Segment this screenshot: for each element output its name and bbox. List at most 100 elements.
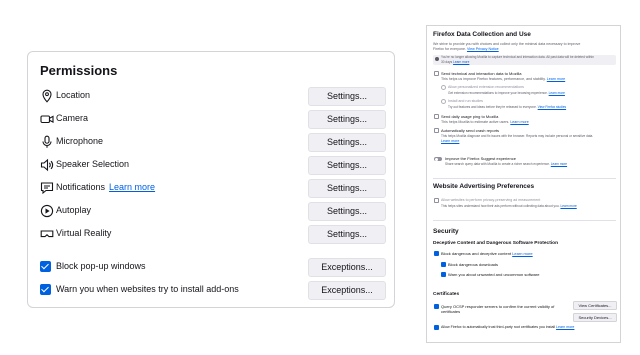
speaker-settings-button[interactable]: Settings...: [308, 156, 386, 175]
install-studies-label[interactable]: Install and run studies: [448, 99, 483, 104]
permission-row-virtual-reality: Virtual Reality Settings...: [40, 225, 386, 245]
permission-label: Autoplay: [56, 205, 92, 215]
privacy-notice-link[interactable]: View Privacy Notice: [467, 47, 499, 51]
notifications-settings-button[interactable]: Settings...: [308, 179, 386, 198]
location-settings-button[interactable]: Settings...: [308, 87, 386, 106]
view-studies-link[interactable]: View Firefox studies: [538, 105, 566, 109]
third-party-learn-more-link[interactable]: Learn more: [556, 325, 574, 329]
ad-learn-more-link[interactable]: Learn more: [560, 204, 576, 208]
permission-row-notifications: Notifications Learn more Settings...: [40, 179, 386, 199]
advertising-title: Website Advertising Preferences: [433, 183, 535, 190]
notice-days: 30 days: [441, 60, 453, 64]
block-downloads-checkbox[interactable]: [441, 262, 446, 267]
microphone-settings-button[interactable]: Settings...: [308, 133, 386, 152]
block-popups-label[interactable]: Block pop-up windows: [56, 261, 146, 271]
desc-text: This helps us improve Firefox features, …: [441, 77, 546, 81]
popups-exceptions-button[interactable]: Exceptions...: [308, 258, 386, 277]
addons-exceptions-button[interactable]: Exceptions...: [308, 281, 386, 300]
permission-label: Microphone: [56, 136, 104, 146]
daily-ping-label[interactable]: Send daily usage ping to Mozilla: [441, 114, 498, 119]
permission-row-speaker: Speaker Selection Settings...: [40, 156, 386, 176]
daily-ping-desc: This helps Mozilla to estimate active us…: [441, 120, 529, 125]
desc-text: This helps sites understand how their ad…: [441, 204, 560, 208]
send-tech-data-desc: This helps us improve Firefox features, …: [441, 77, 565, 82]
block-deceptive-checkbox[interactable]: [434, 251, 439, 256]
permission-row-autoplay: Autoplay Settings...: [40, 202, 386, 222]
permissions-title: Permissions: [40, 63, 118, 78]
third-party-certs-checkbox[interactable]: [434, 325, 439, 330]
data-deletion-notice: You're no longer allowing Mozilla to cap…: [433, 55, 616, 65]
block-deceptive-learn-more-link[interactable]: Learn more: [512, 251, 532, 256]
notifications-learn-more-link[interactable]: Learn more: [109, 182, 155, 192]
daily-ping-learn-more-link[interactable]: Learn more: [510, 120, 528, 124]
virtual-reality-settings-button[interactable]: Settings...: [308, 225, 386, 244]
security-title: Security: [433, 228, 459, 235]
warn-unwanted-checkbox[interactable]: [441, 272, 446, 277]
crash-learn-more-link[interactable]: Learn more: [441, 139, 459, 144]
send-tech-learn-more-link[interactable]: Learn more: [547, 77, 565, 81]
desc-text: Try out features and ideas before they'r…: [448, 105, 537, 109]
crash-reports-label[interactable]: Automatically send crash reports: [441, 128, 499, 133]
permission-row-camera: Camera Settings...: [40, 110, 386, 130]
section-divider: [433, 220, 616, 221]
third-party-certs-text[interactable]: Allow Firefox to automatically trust thi…: [441, 325, 555, 329]
security-devices-button[interactable]: Security Devices...: [573, 313, 617, 322]
autoplay-icon: [40, 204, 54, 218]
block-popups-checkbox[interactable]: [40, 261, 51, 272]
personalized-recs-checkbox[interactable]: [441, 85, 446, 90]
daily-ping-checkbox[interactable]: [434, 114, 439, 119]
permission-label: Location: [56, 90, 91, 100]
intro-line-2: Firefox for everyone.: [433, 47, 466, 51]
permission-label: Speaker Selection: [56, 159, 130, 169]
ad-measurement-checkbox[interactable]: [434, 198, 439, 203]
permission-row-microphone: Microphone Settings...: [40, 133, 386, 153]
notifications-label: Notifications: [56, 182, 106, 192]
warn-addons-row: Warn you when websites try to install ad…: [40, 281, 386, 301]
permission-row-location: Location Settings...: [40, 87, 386, 107]
data-collection-intro-2: Firefox for everyone. View Privacy Notic…: [433, 47, 499, 52]
microphone-icon: [40, 135, 54, 149]
camera-icon: [40, 112, 54, 126]
deceptive-content-subtitle: Deceptive Content and Dangerous Software…: [433, 241, 559, 246]
warn-addons-label[interactable]: Warn you when websites try to install ad…: [56, 284, 239, 294]
camera-settings-button[interactable]: Settings...: [308, 110, 386, 129]
notice-text-2: 30 days Learn more: [441, 60, 469, 65]
send-tech-data-checkbox[interactable]: [434, 71, 439, 76]
block-popups-row: Block pop-up windows Exceptions...: [40, 258, 386, 278]
autoplay-settings-button[interactable]: Settings...: [308, 202, 386, 221]
permission-label: Notifications Learn more: [56, 182, 155, 192]
personalized-recs-label[interactable]: Allow personalized extension recommendat…: [448, 85, 524, 90]
ad-measurement-desc: This helps sites understand how their ad…: [441, 204, 577, 209]
permissions-panel: Permissions Location Settings... Camera …: [27, 51, 395, 308]
ocsp-checkbox[interactable]: [434, 304, 439, 309]
third-party-certs-label: Allow Firefox to automatically trust thi…: [441, 325, 574, 330]
info-icon: [435, 57, 439, 61]
personalized-learn-more-link[interactable]: Learn more: [549, 91, 565, 95]
personalized-recs-desc: Get extension recommendations to improve…: [448, 91, 565, 96]
view-certificates-button[interactable]: View Certificates...: [573, 301, 617, 310]
section-divider: [433, 178, 616, 179]
install-studies-desc: Try out features and ideas before they'r…: [448, 105, 566, 110]
install-studies-checkbox[interactable]: [441, 99, 446, 104]
suggest-desc: Share search query data with Mozilla to …: [445, 162, 567, 167]
desc-text: Get extension recommendations to improve…: [448, 91, 548, 95]
permission-label: Camera: [56, 113, 89, 123]
permission-label: Virtual Reality: [56, 228, 112, 238]
data-collection-title: Firefox Data Collection and Use: [433, 31, 531, 38]
suggest-learn-more-link[interactable]: Learn more: [551, 162, 567, 166]
warn-addons-checkbox[interactable]: [40, 284, 51, 295]
warn-unwanted-label[interactable]: Warn you about unwanted and uncommon sof…: [448, 272, 539, 277]
ad-measurement-label[interactable]: Allow websites to perform privacy-preser…: [441, 198, 540, 203]
crash-reports-checkbox[interactable]: [434, 128, 439, 133]
privacy-security-panel: Firefox Data Collection and Use We striv…: [426, 25, 621, 343]
certificates-title: Certificates: [433, 292, 460, 297]
block-deceptive-label: Block dangerous and deceptive content Le…: [441, 251, 533, 256]
notice-learn-more-link[interactable]: Learn more: [453, 60, 469, 64]
ocsp-label-2: certificates: [441, 309, 461, 314]
desc-text: This helps Mozilla to estimate active us…: [441, 120, 510, 124]
block-downloads-label[interactable]: Block dangerous downloads: [448, 262, 498, 267]
suggest-label[interactable]: Improve the Firefox Suggest experience: [445, 156, 516, 161]
suggest-toggle[interactable]: [434, 157, 442, 161]
send-tech-data-label[interactable]: Send technical and interaction data to M…: [441, 71, 522, 76]
block-deceptive-text[interactable]: Block dangerous and deceptive content: [441, 251, 511, 256]
